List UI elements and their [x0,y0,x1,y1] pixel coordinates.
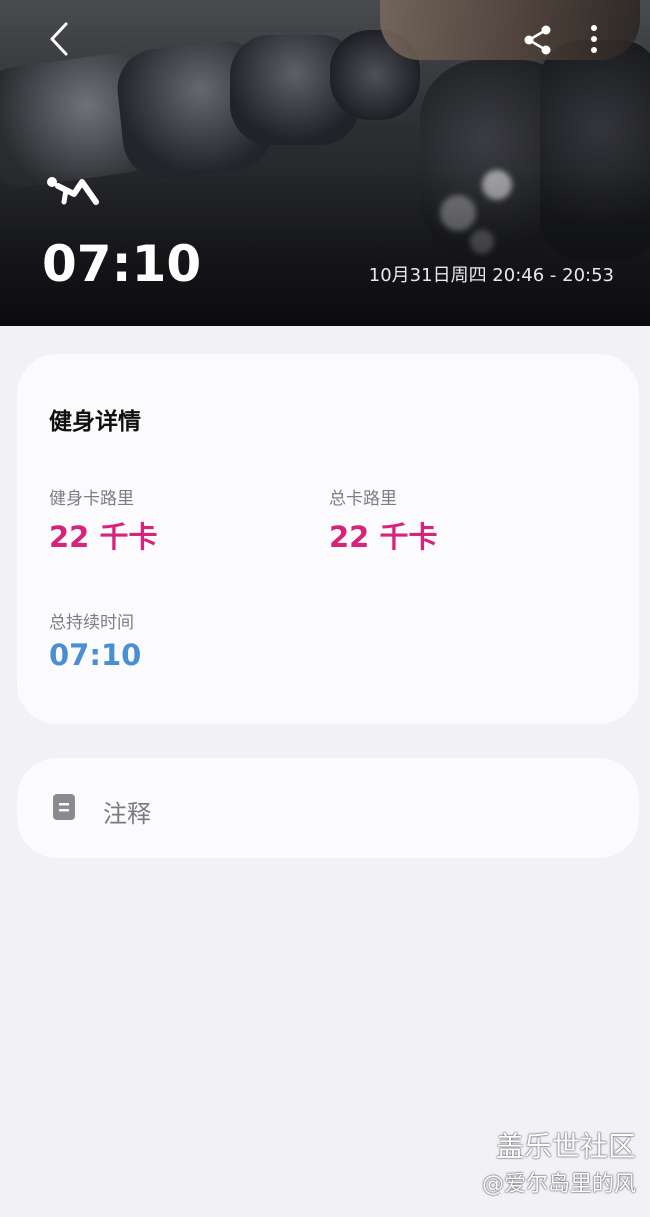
workout-datetime: 10月31日周四 20:46 - 20:53 [368,265,614,286]
total-duration-value: 07:10 [49,638,142,672]
notes-label: 注释 [103,800,151,828]
share-icon [524,25,551,55]
card-title: 健身详情 [49,409,141,435]
back-button[interactable] [42,18,82,62]
workout-duration: 07:10 [42,235,202,293]
total-calories-label: 总卡路里 [329,489,397,509]
workout-hero-image: 07:10 10月31日周四 20:46 - 20:53 [0,0,650,326]
workout-calories-value: 22 千卡 [49,520,158,554]
note-icon [53,794,75,820]
workout-calories-label: 健身卡路里 [49,489,134,509]
back-icon [50,22,68,56]
watermark-author: @爱尔岛里的风 [481,1172,636,1197]
more-options-button[interactable] [582,20,606,60]
total-duration-label: 总持续时间 [49,613,134,633]
workout-details-card: 健身详情 健身卡路里 22 千卡 总卡路里 22 千卡 总持续时间 07:10 [17,354,639,724]
share-button[interactable] [520,22,556,58]
workout-type-icon [44,172,100,212]
total-calories-value: 22 千卡 [329,520,438,554]
watermark-community: 盖乐世社区 [495,1130,636,1163]
notes-button[interactable]: 注释 [17,758,639,858]
more-options-icon [591,25,597,53]
